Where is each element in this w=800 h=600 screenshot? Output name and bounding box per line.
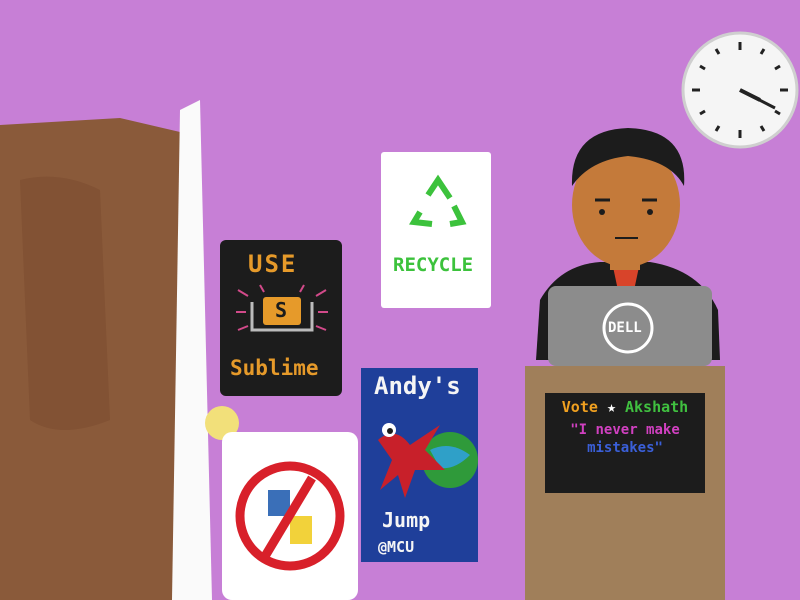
laptop-brand: DELL bbox=[608, 320, 642, 336]
recycle-poster bbox=[381, 152, 491, 308]
no-python-sign bbox=[222, 432, 358, 600]
quote-line2: mistakes" bbox=[587, 440, 663, 456]
recycle-label: RECYCLE bbox=[393, 254, 474, 276]
wall-clock bbox=[681, 31, 799, 149]
sublime-line2: Sublime bbox=[230, 356, 319, 380]
vote-word: Vote bbox=[561, 398, 598, 416]
star-icon: ★ bbox=[606, 398, 616, 416]
python-logo-yellow bbox=[290, 516, 312, 544]
jump-line3: @MCU bbox=[378, 538, 415, 556]
podium-sign-text: Vote ★ Akshath "I never make mistakes" bbox=[545, 398, 705, 456]
sublime-icon-letter: S bbox=[275, 298, 288, 322]
candidate-name: Akshath bbox=[625, 398, 689, 416]
sublime-line1: USE bbox=[248, 250, 298, 278]
jump-line1: Andy's bbox=[374, 372, 461, 400]
quote-line1: "I never make bbox=[570, 422, 680, 438]
door-shadow bbox=[20, 176, 110, 430]
jump-line2: Jump bbox=[382, 508, 431, 532]
